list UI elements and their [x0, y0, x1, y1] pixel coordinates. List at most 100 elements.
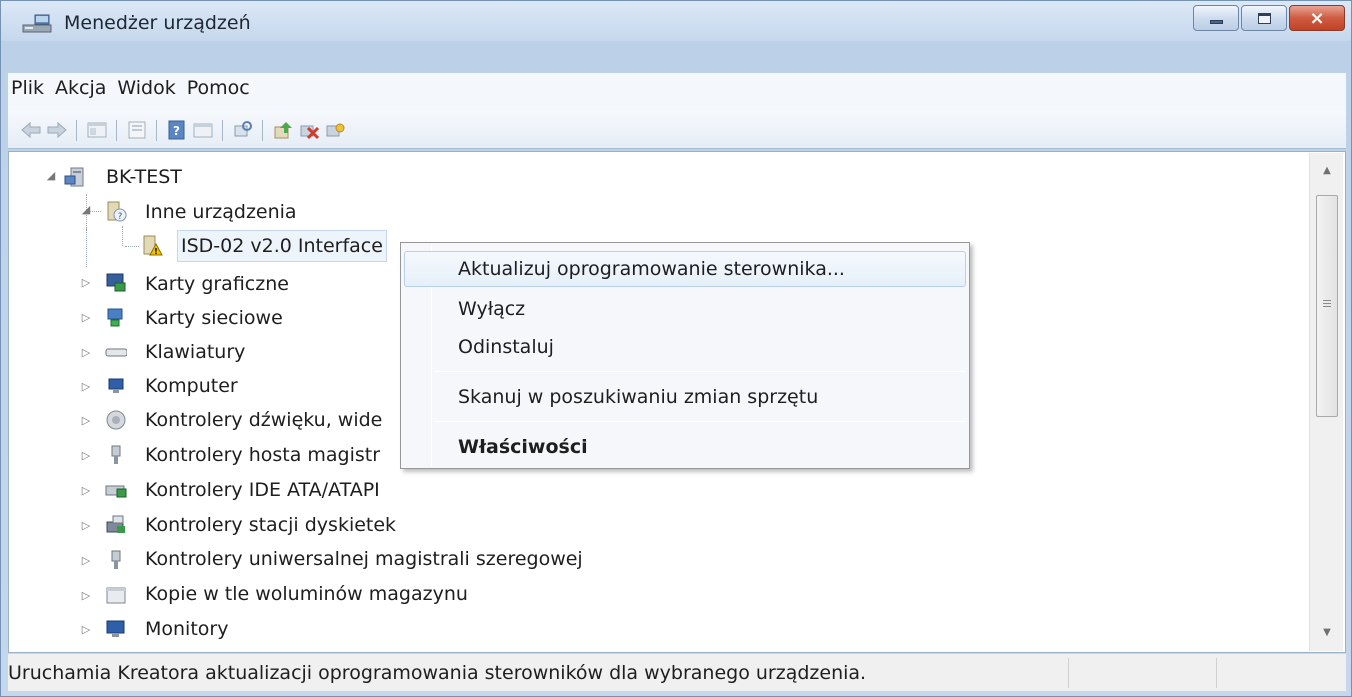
window-title: Menedżer urządzeń	[64, 12, 251, 34]
expander-expand-icon[interactable]: ▷	[80, 277, 92, 289]
tree-item-category[interactable]: Kontrolery stacji dyskietek	[145, 508, 396, 542]
menu-item-scan-hardware[interactable]: Skanuj w poszukiwaniu zmian sprzętu	[404, 379, 966, 415]
tree-item-label: Kontrolery stacji dyskietek	[145, 514, 397, 536]
forward-arrow-icon[interactable]	[46, 120, 68, 140]
tree-item-category[interactable]: Kopie w tle woluminów magazynu	[145, 577, 468, 611]
tree-item-label: ISD-02 v2.0 Interface	[181, 235, 383, 257]
device-manager-window: Menedżer urządzeń × Plik Akcja Widok Pom…	[0, 0, 1352, 697]
status-separator	[1068, 658, 1069, 688]
expander-expand-icon[interactable]: ▷	[80, 555, 92, 567]
window-controls: ×	[1191, 5, 1345, 31]
expander-expand-icon[interactable]: ▷	[80, 347, 92, 359]
svg-text:!: !	[154, 247, 158, 256]
close-button[interactable]: ×	[1289, 5, 1345, 31]
computer-icon	[64, 167, 84, 187]
menu-item-disable[interactable]: Wyłącz	[404, 291, 966, 327]
tree-line	[125, 246, 139, 247]
tree-item-label: BK-TEST	[106, 166, 182, 188]
toolbar-separator	[116, 120, 117, 141]
toolbar: ?	[8, 111, 1346, 149]
svg-text:?: ?	[173, 124, 180, 138]
context-menu: Aktualizuj oprogramowanie sterownika... …	[400, 242, 970, 469]
tree-item-category[interactable]: Karty graficzne	[145, 267, 289, 301]
tree-item-label: Kopie w tle woluminów magazynu	[145, 583, 468, 605]
display-adapter-icon	[106, 273, 126, 292]
tree-item-label: Inne urządzenia	[145, 201, 297, 223]
minimize-icon	[1210, 20, 1223, 24]
menu-akcja[interactable]: Akcja	[55, 77, 113, 99]
properties-icon[interactable]	[126, 120, 148, 140]
title-bar[interactable]: Menedżer urządzeń ×	[1, 1, 1351, 41]
expander-expand-icon[interactable]: ▷	[80, 624, 92, 636]
tree-item-category[interactable]: Monitory	[145, 612, 228, 646]
status-separator	[1216, 658, 1217, 688]
show-hide-console-tree-icon[interactable]	[86, 120, 108, 140]
toolbar-separator	[156, 120, 157, 141]
tree-item-label: Komputer	[145, 375, 238, 397]
menu-item-uninstall[interactable]: Odinstaluj	[404, 329, 966, 365]
scan-hardware-icon[interactable]	[232, 120, 254, 140]
menu-item-properties[interactable]: Właściwości	[404, 429, 966, 465]
grip-icon	[1323, 300, 1331, 307]
computer-category-icon	[108, 378, 124, 393]
storage-volume-icon	[106, 587, 126, 604]
tree-item-category[interactable]: Kontrolery uniwersalnej magistrali szere…	[145, 542, 583, 576]
menu-item-update-driver[interactable]: Aktualizuj oprogramowanie sterownika...	[404, 251, 966, 287]
tree-item-category[interactable]: Komputer	[145, 369, 238, 403]
floppy-controller-icon	[106, 515, 125, 533]
tree-item-category[interactable]: Klawiatury	[145, 335, 245, 369]
sound-controller-icon	[106, 410, 126, 430]
tree-item-category[interactable]: Karty sieciowe	[145, 301, 283, 335]
menu-plik[interactable]: Plik	[11, 77, 51, 99]
toolbar-separator	[222, 120, 223, 141]
expander-expand-icon[interactable]: ▷	[80, 415, 92, 427]
expander-expand-icon[interactable]: ▷	[80, 590, 92, 602]
tree-item-category[interactable]: Kontrolery dźwięku, wide	[145, 403, 382, 437]
enable-device-icon[interactable]	[324, 120, 346, 140]
scroll-up-icon[interactable]: ▲	[1310, 153, 1344, 189]
tree-item-category[interactable]: Kontrolery hosta magistr	[145, 438, 380, 472]
network-adapter-icon	[107, 308, 123, 327]
tree-item-category[interactable]: Kontrolery IDE ATA/ATAPI	[145, 473, 380, 507]
menu-items: Plik Akcja Widok Pomoc	[11, 77, 261, 99]
vertical-scrollbar[interactable]: ▲ ▼	[1309, 153, 1343, 651]
tree-item-label: Klawiatury	[145, 341, 246, 363]
back-arrow-icon[interactable]	[20, 120, 42, 140]
scroll-down-icon[interactable]: ▼	[1310, 615, 1344, 651]
minimize-button[interactable]	[1193, 5, 1239, 31]
uninstall-icon[interactable]	[298, 120, 320, 140]
tree-item-root[interactable]: BK-TEST	[106, 160, 182, 194]
menu-pomoc[interactable]: Pomoc	[187, 77, 257, 99]
help-icon[interactable]: ?	[166, 120, 188, 140]
menu-widok[interactable]: Widok	[117, 77, 182, 99]
tree-item-label: Kontrolery dźwięku, wide	[145, 409, 383, 431]
expander-expand-icon[interactable]: ▷	[80, 485, 92, 497]
maximize-icon	[1258, 13, 1271, 24]
expander-collapse-icon[interactable]: ◢	[80, 204, 92, 216]
tree-item-label: Kontrolery uniwersalnej magistrali szere…	[145, 548, 583, 570]
console-view-icon[interactable]	[192, 120, 214, 140]
tree-item-other-devices[interactable]: Inne urządzenia	[145, 195, 297, 229]
usb-plug-icon	[111, 445, 121, 464]
close-icon: ×	[1309, 8, 1325, 29]
tree-item-selected-device[interactable]: ISD-02 v2.0 Interface	[177, 230, 387, 262]
tree-item-label: Monitory	[145, 618, 229, 640]
expander-expand-icon[interactable]: ▷	[80, 312, 92, 324]
expander-expand-icon[interactable]: ▷	[80, 450, 92, 462]
ide-controller-icon	[105, 485, 127, 498]
svg-text:?: ?	[118, 212, 123, 222]
expander-expand-icon[interactable]: ▷	[80, 381, 92, 393]
keyboard-icon	[105, 348, 127, 357]
toolbar-separator	[76, 120, 77, 141]
tree-item-label: Karty graficzne	[145, 273, 289, 295]
toolbar-separator	[262, 120, 263, 141]
maximize-button[interactable]	[1241, 5, 1287, 31]
monitor-icon	[106, 620, 125, 637]
menu-separator	[434, 421, 966, 422]
warning-device-icon: !	[143, 235, 163, 256]
update-driver-icon[interactable]	[272, 120, 294, 140]
expander-collapse-icon[interactable]: ◢	[45, 170, 57, 182]
expander-expand-icon[interactable]: ▷	[80, 520, 92, 532]
scrollbar-thumb[interactable]	[1316, 195, 1338, 417]
device-manager-icon	[22, 14, 52, 33]
